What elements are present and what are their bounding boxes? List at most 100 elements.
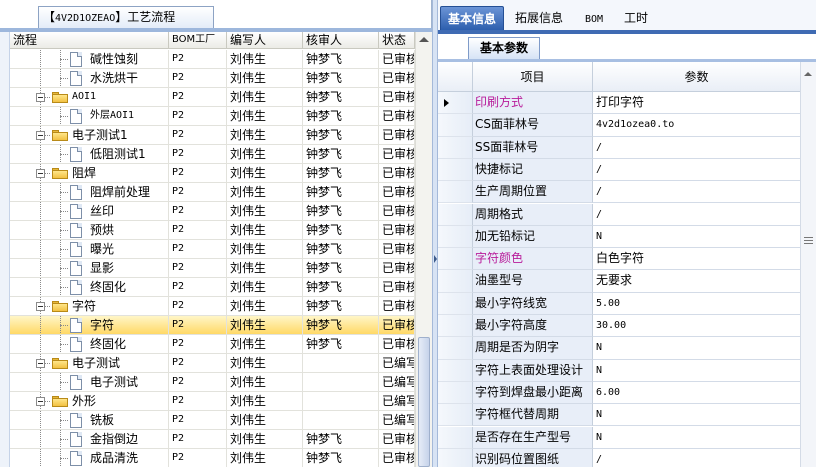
parameter-row[interactable]: 字符框代替周期 N [438,404,800,427]
parameter-value[interactable]: 白色字符 [593,248,800,271]
table-row[interactable]: 低阻测试1 P2 刘伟生 钟梦飞 已审核 [10,145,415,164]
parameter-row[interactable]: 生产周期位置 / [438,181,800,204]
tab-work-hours[interactable]: 工时 [618,6,654,30]
table-row[interactable]: 成品清洗 P2 刘伟生 钟梦飞 已审核 [10,449,415,467]
tree-cell[interactable]: 电子测试 [10,373,169,392]
table-row[interactable]: 字符 P2 刘伟生 钟梦飞 已审核 [10,316,415,335]
tree-cell[interactable]: 阻焊前处理 [10,183,169,202]
parameter-row[interactable]: 快捷标记 / [438,158,800,182]
parameter-value[interactable]: 无要求 [593,270,800,293]
row-indicator[interactable] [438,92,473,115]
table-row[interactable]: 水洗烘干 P2 刘伟生 钟梦飞 已审核 [10,69,415,88]
parameter-row[interactable]: 加无铅标记 N [438,225,800,249]
process-panel-tab[interactable]: 【4V2D1OZEAO】工艺流程 [38,6,214,28]
collapse-toggle-icon[interactable] [36,397,45,406]
parameter-value[interactable]: / [593,136,800,159]
table-row[interactable]: 电子测试 P2 刘伟生 已编写 [10,354,415,373]
row-indicator[interactable] [438,248,473,271]
tree-cell[interactable]: 预烘 [10,221,169,240]
table-row[interactable]: 阻焊前处理 P2 刘伟生 钟梦飞 已审核 [10,183,415,202]
tree-cell[interactable]: 金指倒边 [10,430,169,449]
tree-cell[interactable]: 低阻测试1 [10,145,169,164]
parameter-row[interactable]: 字符到焊盘最小距离 6.00 [438,381,800,405]
tree-cell[interactable]: 电子测试 [10,354,169,373]
parameter-value[interactable]: N [593,404,800,427]
row-indicator[interactable] [438,448,473,467]
splitter-arrow-icon[interactable] [434,255,437,263]
parameter-value[interactable]: 5.00 [593,292,800,315]
parameter-value[interactable]: N [593,426,800,449]
tree-cell[interactable]: 曝光 [10,240,169,259]
row-indicator[interactable] [438,136,473,159]
tree-cell[interactable]: 字符 [10,297,169,316]
row-indicator[interactable] [438,315,473,338]
tab-basic-info[interactable]: 基本信息 [440,6,504,30]
parameter-row[interactable]: 周期是否为阴字 N [438,337,800,360]
parameter-grid-scrollbar[interactable] [800,62,816,467]
table-row[interactable]: 阻焊 P2 刘伟生 钟梦飞 已审核 [10,164,415,183]
parameter-value[interactable]: N [593,359,800,382]
parameter-value[interactable]: 30.00 [593,315,800,338]
column-header-status[interactable]: 状态 [379,32,415,49]
parameter-value[interactable]: 打印字符 [593,92,800,115]
table-row[interactable]: 电子测试1 P2 刘伟生 钟梦飞 已审核 [10,126,415,145]
row-indicator[interactable] [438,270,473,293]
subtab-basic-params[interactable]: 基本参数 [468,37,540,59]
column-header-bom[interactable]: BOM工厂 [169,32,227,49]
scroll-grip-icon[interactable] [804,237,813,244]
column-header-param[interactable]: 参数 [593,62,800,92]
tab-extended-info[interactable]: 拓展信息 [510,6,568,30]
parameter-row[interactable]: SS面菲林号 / [438,136,800,159]
table-row[interactable]: 丝印 P2 刘伟生 钟梦飞 已审核 [10,202,415,221]
parameter-row[interactable]: 油墨型号 无要求 [438,270,800,293]
parameter-value[interactable]: N [593,337,800,360]
table-row[interactable]: 预烘 P2 刘伟生 钟梦飞 已审核 [10,221,415,240]
row-indicator[interactable] [438,292,473,315]
parameter-value[interactable]: / [593,181,800,204]
scroll-thumb[interactable] [418,337,430,467]
table-row[interactable]: 电子测试 P2 刘伟生 已编写 [10,373,415,392]
tree-cell[interactable]: 终固化 [10,335,169,354]
collapse-toggle-icon[interactable] [36,93,45,102]
tree-cell[interactable]: 电子测试1 [10,126,169,145]
row-indicator[interactable] [438,181,473,204]
row-indicator[interactable] [438,203,473,226]
table-row[interactable]: 铣板 P2 刘伟生 已编写 [10,411,415,430]
column-header-writer[interactable]: 编写人 [227,32,303,49]
parameter-value[interactable]: 4v2d1ozea0.to [593,114,800,137]
parameter-row[interactable]: 字符颜色 白色字符 [438,248,800,271]
parameter-value[interactable]: 6.00 [593,381,800,405]
parameter-row[interactable]: 识别码位置图纸 / [438,448,800,467]
parameter-value[interactable]: / [593,158,800,182]
parameter-row[interactable]: 最小字符高度 30.00 [438,315,800,338]
tree-cell[interactable]: 外形 [10,392,169,411]
table-row[interactable]: 终固化 P2 刘伟生 钟梦飞 已审核 [10,278,415,297]
tree-cell[interactable]: 字符 [10,316,169,335]
parameter-row[interactable]: 字符上表面处理设计 N [438,359,800,382]
tree-cell[interactable]: 阻焊 [10,164,169,183]
tree-cell[interactable]: 碱性蚀刻 [10,50,169,69]
parameter-row[interactable]: 周期格式 / [438,203,800,226]
tree-cell[interactable]: 显影 [10,259,169,278]
table-row[interactable]: 终固化 P2 刘伟生 钟梦飞 已审核 [10,335,415,354]
parameter-row[interactable]: CS面菲林号 4v2d1ozea0.to [438,114,800,137]
row-indicator[interactable] [438,359,473,382]
column-header-process[interactable]: 流程 [10,32,169,49]
table-row[interactable]: 碱性蚀刻 P2 刘伟生 钟梦飞 已审核 [10,50,415,69]
tab-bom[interactable]: BOM [576,6,612,30]
collapse-toggle-icon[interactable] [36,169,45,178]
table-row[interactable]: 外形 P2 刘伟生 已编写 [10,392,415,411]
collapse-toggle-icon[interactable] [36,302,45,311]
tree-cell[interactable]: AOI1 [10,88,169,107]
row-indicator[interactable] [438,114,473,137]
collapse-toggle-icon[interactable] [36,359,45,368]
column-header-item[interactable]: 项目 [473,62,593,92]
table-row[interactable]: 金指倒边 P2 刘伟生 钟梦飞 已审核 [10,430,415,449]
tree-cell[interactable]: 水洗烘干 [10,69,169,88]
table-row[interactable]: AOI1 P2 刘伟生 钟梦飞 已审核 [10,88,415,107]
parameter-value[interactable]: N [593,225,800,249]
column-header-reviewer[interactable]: 核审人 [303,32,379,49]
scroll-up-arrow-icon[interactable] [804,72,812,76]
grid-vertical-scrollbar[interactable] [415,32,432,467]
row-indicator[interactable] [438,337,473,360]
